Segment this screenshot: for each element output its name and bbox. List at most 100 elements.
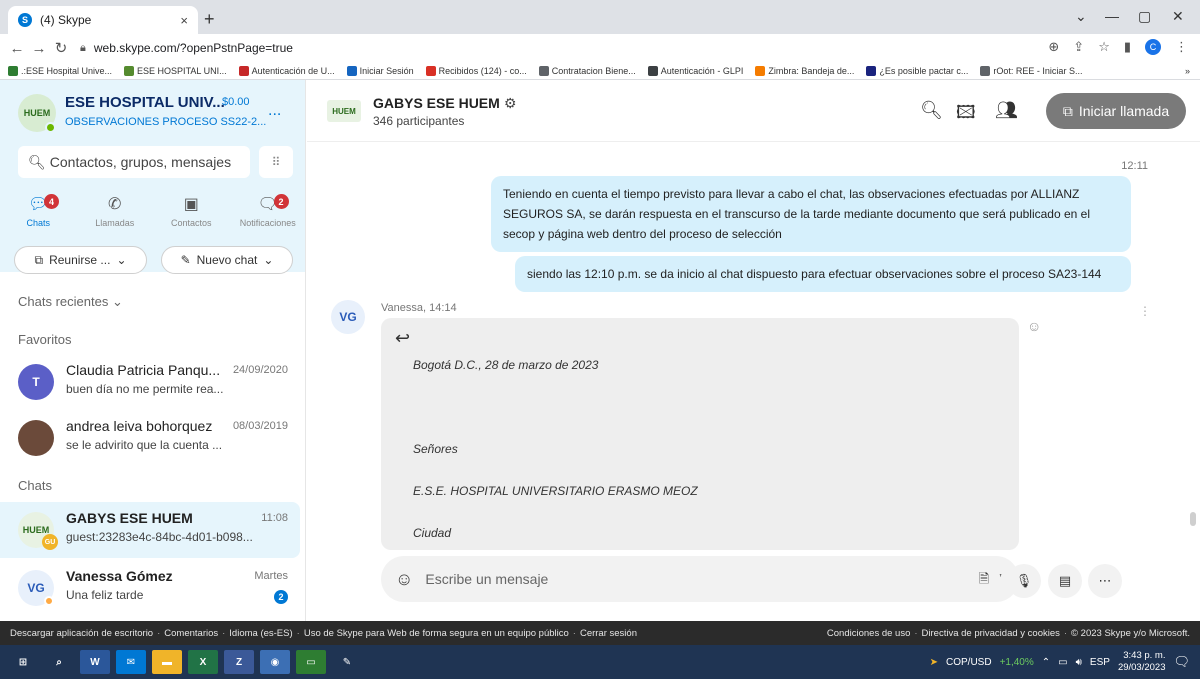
profile-name[interactable]: ESE HOSPITAL UNIV... [65,94,225,111]
conversation-title-row[interactable]: GABYS ESE HUEM ⚙ [373,95,516,112]
share-icon[interactable]: ⇪ [1073,39,1084,55]
chat-list-item-active[interactable]: HUEM GU GABYS ESE HUEM 11:08 guest:23283… [0,502,300,558]
search-icon[interactable]: 🔍︎ [920,100,943,121]
bookmark-item[interactable]: Autenticación de U... [238,65,335,76]
group-logo[interactable]: HUEM [327,100,361,122]
chat-list-item[interactable]: andrea leiva bohorquez 08/03/2019 se le … [0,410,300,466]
outlook-icon[interactable]: ✉ [116,650,146,674]
contact-card-icon[interactable]: ▤ [1048,564,1082,598]
footer-link[interactable]: Comentarios [164,628,218,639]
network-icon[interactable]: ▭ [1058,657,1067,668]
back-button[interactable]: ← [6,40,28,57]
pen-app-icon[interactable]: ✎ [332,650,362,674]
message-input[interactable]: Escribe un mensaje [425,571,991,587]
footer-link[interactable]: © 2023 Skype y/o Microsoft. [1071,628,1190,639]
bookmarks-overflow-button[interactable]: » [1185,66,1190,76]
tray-chevron-icon[interactable]: ⌃ [1042,657,1050,668]
tab-close-icon[interactable]: × [180,13,188,28]
emoji-icon[interactable]: ☺ [395,569,413,590]
sidepanel-icon[interactable]: ▮ [1124,39,1131,55]
bookmark-label: Zimbra: Bandeja de... [768,65,855,76]
footer-link[interactable]: Directiva de privacidad y cookies [922,628,1060,639]
system-clock[interactable]: 3:43 p. m. 29/03/2023 [1118,650,1166,674]
minimize-button[interactable]: — [1105,8,1119,24]
excel-icon[interactable]: X [188,650,218,674]
reaction-icon[interactable]: ☺ [1027,318,1041,334]
meet-now-button[interactable]: ⧉ Reunirse ... ⌄ [14,246,147,274]
footer-link[interactable]: Idioma (es-ES) [229,628,292,639]
sender-avatar[interactable]: VG [331,300,365,334]
search-icon[interactable]: ⌕ [44,650,74,674]
search-input[interactable]: 🔍︎ Contactos, grupos, mensajes [18,146,250,178]
outgoing-message[interactable]: siendo las 12:10 p.m. se da inicio al ch… [515,256,1131,292]
app-icon[interactable]: Z [224,650,254,674]
reload-button[interactable]: ↻ [50,39,72,57]
url-field[interactable]: 🔒︎ web.skype.com/?openPstnPage=true [80,37,1080,59]
bookmark-item[interactable]: .:ESE Hospital Unive... [8,65,112,76]
file-explorer-icon[interactable]: ▬ [152,650,182,674]
app-window-icon[interactable]: ▭ [296,650,326,674]
language-indicator[interactable]: ESP [1090,657,1110,668]
tab-chats[interactable]: 💬︎ 4 Chats [0,194,77,240]
maximize-button[interactable]: ▢ [1138,8,1151,25]
footer-link[interactable]: Condiciones de uso [827,628,910,639]
tab-calls[interactable]: ✆ Llamadas [77,194,154,240]
notifications-icon[interactable]: 🗨︎ [1173,654,1190,670]
more-options-button[interactable]: ... [268,102,281,120]
windows-start-icon[interactable]: ⊞ [8,650,38,674]
bookmark-label: Autenticación de U... [251,65,335,76]
contacts-icon: ▣ [183,196,199,213]
footer-link[interactable]: Uso de Skype para Web de forma segura en… [304,628,569,639]
browser-menu-icon[interactable]: ⋮ [1175,39,1188,55]
footer-link[interactable]: Descargar aplicación de escritorio [10,628,153,639]
close-window-button[interactable]: ✕ [1172,8,1184,25]
currency-label[interactable]: COP/USD [946,657,992,668]
bookmark-item[interactable]: Recibidos (124) - co... [425,65,527,76]
footer-link[interactable]: Cerrar sesión [580,628,637,639]
bookmark-item[interactable]: Iniciar Sesión [346,65,414,76]
bookmark-favicon-icon [425,65,436,76]
profile-mood[interactable]: OBSERVACIONES PROCESO SS22-2... [65,116,266,128]
bookmark-item[interactable]: Zimbra: Bandeja de... [755,65,855,76]
tab-search-icon[interactable]: ⌄ [1075,8,1087,25]
outgoing-message[interactable]: Teniendo en cuenta el tiempo previsto pa… [491,176,1131,252]
add-people-icon[interactable]: 👥︎ [995,100,1018,121]
nav-tabs: 💬︎ 4 Chats ✆ Llamadas ▣ Contactos 🗨︎ 2 N… [0,194,306,240]
zoom-icon[interactable]: ⊕ [1048,39,1059,55]
bookmark-star-icon[interactable]: ☆ [1098,39,1110,55]
dialpad-icon[interactable]: ⠿ [259,146,293,178]
gear-icon[interactable]: ⚙ [504,95,517,111]
recent-chats-header[interactable]: Chats recientes ⌄ [18,294,123,310]
tab-notifications[interactable]: 🗨︎ 2 Notificaciones [230,194,307,240]
browser-profile-avatar[interactable]: C [1145,39,1161,55]
new-tab-button[interactable]: + [204,9,215,30]
skype-footer: Descargar aplicación de escritorio · Comen… [0,621,1200,645]
bookmark-item[interactable]: Contratacion Biene... [538,65,636,76]
skype-credit[interactable]: $0.00 [222,96,250,108]
participant-count[interactable]: 346 participantes [373,114,464,128]
start-call-button[interactable]: ⧉ Iniciar llamada [1046,93,1186,129]
message-options-icon[interactable]: ⋮ [1139,304,1151,318]
chrome-icon[interactable]: ◉ [260,650,290,674]
forward-button[interactable]: → [28,40,50,57]
word-icon[interactable]: W [80,650,110,674]
bookmark-item[interactable]: ESE HOSPITAL UNI... [124,65,227,76]
bookmark-item[interactable]: rOot: REE - Iniciar S... [980,65,1082,76]
chat-list-item[interactable]: VG Vanessa Gómez Martes Una feliz tarde … [0,560,300,616]
scrollbar[interactable] [1190,512,1196,526]
tab-contacts[interactable]: ▣ Contactos [153,194,230,240]
bookmark-item[interactable]: ¿Es posible pactar c... [866,65,968,76]
browser-tab[interactable]: S (4) Skype × [8,6,198,34]
chat-list-item[interactable]: T Claudia Patricia Panqu... 24/09/2020 b… [0,354,300,410]
message-composer[interactable]: ☺ Escribe un mensaje ✐ [381,556,1019,602]
more-actions-icon[interactable]: ⋯ [1088,564,1122,598]
volume-icon[interactable]: 🔊︎ [1076,657,1082,668]
new-chat-button[interactable]: ✎ Nuevo chat ⌄ [161,246,293,274]
microphone-icon[interactable]: 🎙︎ [1007,564,1041,598]
chat-name: Vanessa Gómez [66,568,173,584]
bookmark-item[interactable]: Autenticación - GLPI [647,65,743,76]
send-file-icon[interactable]: 🗎 [967,564,1001,598]
incoming-message[interactable]: ↩ Bogotá D.C., 28 de marzo de 2023 Señor… [381,318,1019,550]
message-line: Señores [413,442,458,456]
gallery-icon[interactable]: 🖾 [956,100,976,130]
